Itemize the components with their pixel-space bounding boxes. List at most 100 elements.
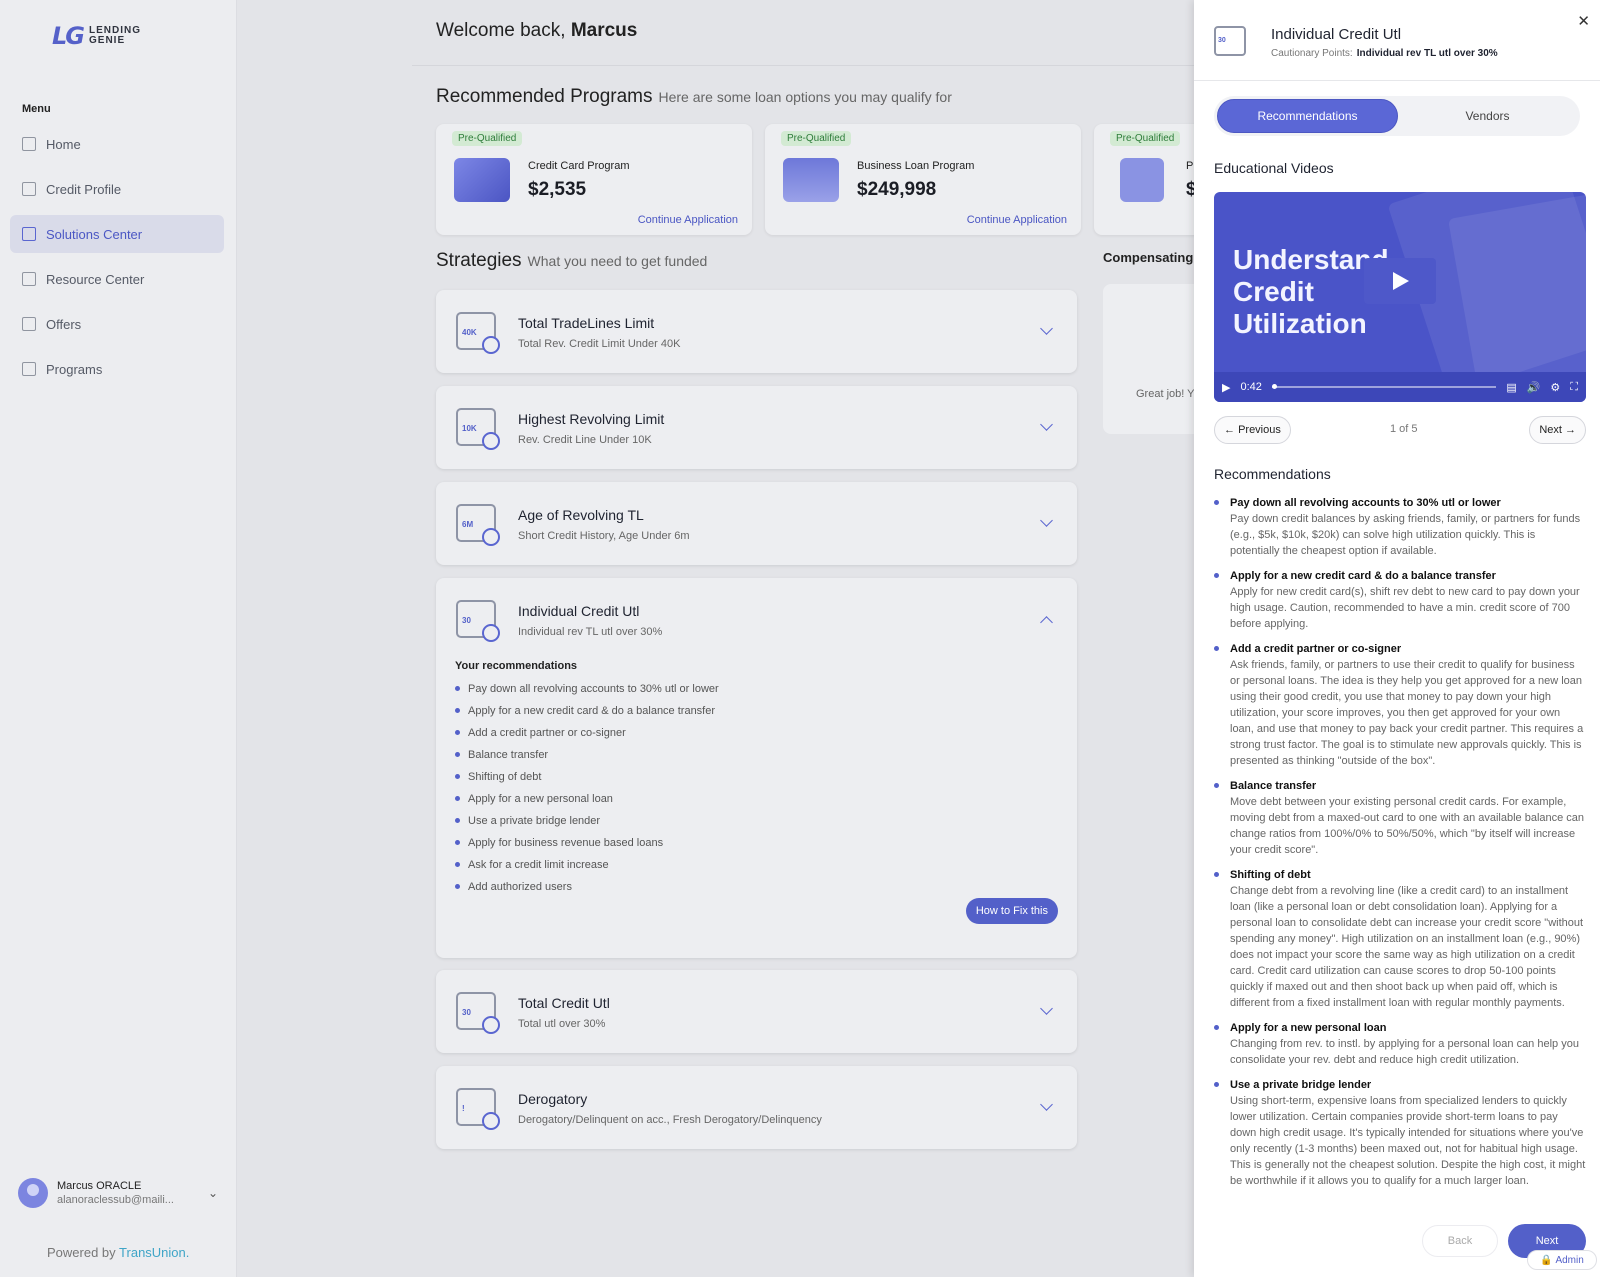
welcome-prefix: Welcome back,: [436, 20, 566, 41]
logo[interactable]: LG LENDING GENIE: [52, 22, 141, 50]
utilization-icon: 30: [1214, 26, 1246, 56]
previous-button[interactable]: ← Previous: [1214, 416, 1291, 444]
video-player[interactable]: Understand Credit Utilization ▶ 0:42 ▤ 🔊…: [1214, 192, 1586, 402]
admin-badge[interactable]: 🔒 Admin: [1527, 1250, 1597, 1270]
programs-subtitle: Here are some loan options you may quali…: [658, 89, 952, 105]
store-icon: [783, 158, 839, 202]
close-icon[interactable]: ✕: [1577, 12, 1590, 30]
list-item: Shifting of debt Change debt from a revol…: [1214, 868, 1586, 1011]
compensating-text: Great job! Y: [1136, 388, 1195, 400]
sidebar-item-label: Offers: [46, 316, 82, 332]
rec-heading: Balance transfer: [1230, 780, 1317, 792]
video-progress-slider[interactable]: [1271, 384, 1497, 389]
play-button[interactable]: [1364, 258, 1436, 304]
volume-icon[interactable]: 🔊: [1527, 381, 1541, 394]
strategy-title: Total Credit Utl: [518, 995, 610, 1011]
list-item: Apply for a new credit card & do a balan…: [1214, 569, 1586, 632]
chevron-down-icon[interactable]: [1040, 1098, 1053, 1111]
settings-icon[interactable]: ⚙: [1550, 381, 1560, 394]
page-indicator: 1 of 5: [1390, 423, 1418, 435]
credit-card-icon: [454, 158, 510, 202]
strategy-card[interactable]: 10K Highest Revolving Limit Rev. Credit …: [436, 386, 1077, 469]
strategy-title: Age of Revolving TL: [518, 507, 644, 523]
detail-panel: ✕ 30 Individual Credit Utl Cautionary Po…: [1194, 0, 1600, 1277]
tab-vendors[interactable]: Vendors: [1398, 99, 1577, 133]
rec-heading: Shifting of debt: [1230, 869, 1311, 881]
video-controls: ▶ 0:42 ▤ 🔊 ⚙ ⛶: [1214, 372, 1586, 402]
play-icon[interactable]: ▶: [1222, 381, 1230, 394]
rec-heading: Apply for a new credit card & do a balan…: [1230, 570, 1496, 582]
sidebar-item-label: Solutions Center: [46, 226, 143, 242]
next-button[interactable]: Next →: [1529, 416, 1586, 444]
strategies-title: Strategies: [436, 250, 522, 271]
strategy-card-expanded[interactable]: 30 Individual Credit Utl Individual rev …: [436, 578, 1077, 958]
list-item: Use a private bridge lender Using short-t…: [1214, 1078, 1586, 1189]
user-menu[interactable]: Marcus ORACLE alanoraclessub@maili... ⌄: [18, 1178, 218, 1208]
strategy-card[interactable]: 30 Total Credit Utl Total utl over 30%: [436, 970, 1077, 1053]
continue-application-link[interactable]: Continue Application: [638, 214, 738, 226]
sidebar-item-credit-profile[interactable]: Credit Profile: [10, 170, 224, 208]
chevron-down-icon[interactable]: [1040, 514, 1053, 527]
list-item: Balance transfer: [455, 747, 719, 769]
chart-icon: [22, 137, 36, 151]
arrow-left-icon: ←: [1224, 424, 1239, 436]
utilization-icon: 30: [456, 600, 500, 642]
divider: [412, 65, 1212, 66]
sidebar-item-label: Resource Center: [46, 271, 145, 287]
previous-label: Previous: [1238, 424, 1281, 436]
sidebar-item-resource-center[interactable]: Resource Center: [10, 260, 224, 298]
tab-recommendations[interactable]: Recommendations: [1217, 99, 1398, 133]
list-item: Balance transfer Move debt between your e…: [1214, 779, 1586, 858]
icon-label: 10K: [462, 424, 477, 433]
avatar: [18, 1178, 48, 1208]
welcome-name: Marcus: [570, 20, 638, 41]
rec-text: Using short-term, expensive loans from s…: [1230, 1095, 1586, 1187]
strategies-heading: Strategies What you need to get funded: [436, 250, 707, 272]
program-card[interactable]: Pre-Qualified Business Loan Program $249…: [765, 124, 1081, 235]
icon-label: 6M: [462, 520, 474, 529]
transunion-link[interactable]: TransUnion.: [119, 1245, 189, 1260]
list-item: Apply for a new credit card & do a balan…: [455, 703, 719, 725]
chevron-down-icon[interactable]: [1040, 418, 1053, 431]
how-to-fix-button[interactable]: How to Fix this: [965, 898, 1058, 924]
fullscreen-icon[interactable]: ⛶: [1570, 381, 1578, 394]
list-item: Apply for a new personal loan: [455, 791, 719, 813]
pre-qualified-badge: Pre-Qualified: [781, 131, 852, 146]
sidebar-item-solutions-center[interactable]: Solutions Center: [10, 215, 224, 253]
user-approved-icon: [1120, 158, 1164, 202]
sidebar-item-offers[interactable]: Offers: [10, 305, 224, 343]
back-button[interactable]: Back: [1422, 1225, 1498, 1257]
divider: [1194, 80, 1600, 81]
list-item: Pay down all revolving accounts to 30% u…: [455, 681, 719, 703]
solutions-icon: [22, 227, 36, 241]
sidebar-item-programs[interactable]: Programs: [10, 350, 224, 388]
panel-title: Individual Credit Utl: [1271, 26, 1402, 43]
compensating-title: Compensating: [1103, 250, 1194, 265]
strategy-title: Total TradeLines Limit: [518, 315, 655, 331]
captions-icon[interactable]: ▤: [1506, 381, 1516, 394]
cautionary-points: Cautionary Points: Individual rev TL utl …: [1271, 48, 1498, 59]
list-item: Apply for a new personal loan Changing fr…: [1214, 1021, 1586, 1068]
icon-label: 30: [1218, 37, 1226, 44]
card-icon: [22, 317, 36, 331]
program-name: P: [1186, 160, 1194, 172]
sidebar-item-home[interactable]: Home: [10, 125, 224, 163]
chevron-down-icon[interactable]: [1040, 1002, 1053, 1015]
chevron-down-icon[interactable]: ⌄: [208, 1186, 218, 1200]
logo-mark: LG: [52, 22, 85, 50]
powered-prefix: Powered by: [47, 1245, 116, 1260]
recommendations-detail-list[interactable]: Pay down all revolving accounts to 30% u…: [1214, 496, 1586, 1210]
chevron-up-icon[interactable]: [1040, 616, 1053, 629]
your-recommendations-title: Your recommendations: [455, 660, 578, 672]
continue-application-link[interactable]: Continue Application: [967, 214, 1067, 226]
chevron-down-icon[interactable]: [1040, 322, 1053, 335]
video-time: 0:42: [1240, 381, 1262, 393]
strategy-card[interactable]: 40K Total TradeLines Limit Total Rev. Cr…: [436, 290, 1077, 373]
sidebar-item-label: Home: [46, 136, 81, 152]
strategy-card[interactable]: 6M Age of Revolving TL Short Credit Hist…: [436, 482, 1077, 565]
program-card[interactable]: Pre-Qualified Credit Card Program $2,535…: [436, 124, 752, 235]
strategy-card[interactable]: ! Derogatory Derogatory/Delinquent on ac…: [436, 1066, 1077, 1149]
warning-document-icon: !: [456, 1088, 500, 1130]
sidebar: LG LENDING GENIE Menu Home Credit Profil…: [0, 0, 237, 1277]
list-item: Pay down all revolving accounts to 30% u…: [1214, 496, 1586, 559]
